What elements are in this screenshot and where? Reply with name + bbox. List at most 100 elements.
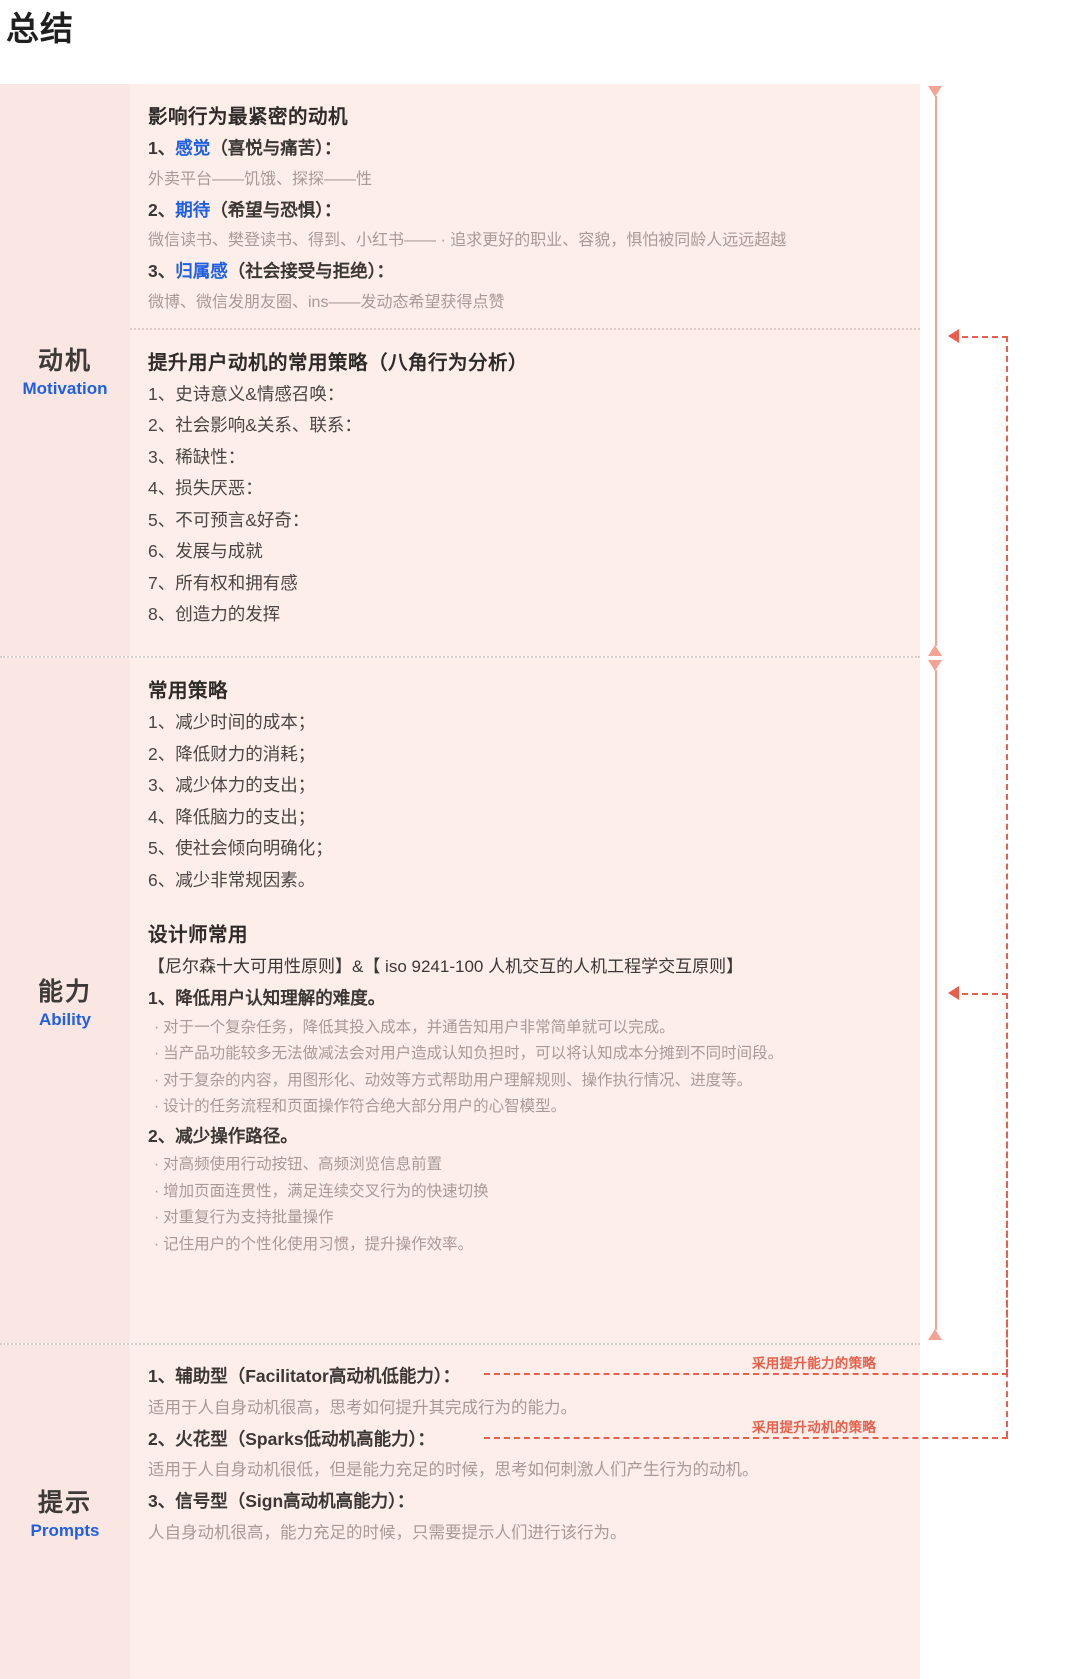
list-item: 8、创造力的发挥 xyxy=(148,599,902,631)
item-number: 5、 xyxy=(148,838,176,858)
block-title: 常用策略 xyxy=(148,680,229,702)
item-rest: （希望与恐惧）： xyxy=(210,199,342,220)
list-item: 3、信号型（Sign高动机高能力）： xyxy=(148,1486,902,1518)
list-item: 3、减少体力的支出； xyxy=(148,770,902,802)
item-number: 3、 xyxy=(148,1491,176,1511)
page-title: 总结 xyxy=(6,10,74,47)
sub-bullet: · 当产品功能较多无法做减法会对用户造成认知负担时，可以将认知成本分摊到不同时间段… xyxy=(148,1041,902,1068)
list-item: 1、感觉（喜悦与痛苦）： xyxy=(148,133,902,165)
sub-bullet: · 增加页面连贯性，满足连续交叉行为的快速切换 xyxy=(148,1179,902,1206)
item-keyword: 期待 xyxy=(175,199,211,220)
block-title: 设计师常用 xyxy=(148,924,249,946)
bullet-dot-icon: · xyxy=(154,1071,160,1089)
connector-facilitator-vertical xyxy=(1006,993,1008,1375)
block-title: 提升用户动机的常用策略（八角行为分析） xyxy=(148,351,529,374)
list-item-example: 适用于人自身动机很低，但是能力充足的时候，思考如何刺激人们产生行为的动机。 xyxy=(148,1461,759,1479)
list-item: 1、辅助型（Facilitator高动机低能力）： xyxy=(148,1361,902,1393)
item-rest: 损失厌恶： xyxy=(175,478,263,498)
block-octalysis-strategies: 提升用户动机的常用策略（八角行为分析） 1、史诗意义&情感召唤： 2、社会影响&… xyxy=(130,327,920,641)
row-label-prompts: 提示 Prompts xyxy=(0,1345,130,1679)
bullet-dot-icon: · xyxy=(154,1209,160,1226)
sub-bullet-text: 对于复杂的内容，用图形化、动效等方式帮助用户理解规则、操作执行情况、进度等。 xyxy=(163,1071,753,1089)
list-item: 1、减少时间的成本； xyxy=(148,707,902,739)
fogg-behavior-matrix: 动机 Motivation 影响行为最紧密的动机 1、感觉（喜悦与痛苦）： 外卖… xyxy=(0,84,920,1679)
list-item: 2、降低财力的消耗； xyxy=(148,739,902,771)
list-item: 6、发展与成就 xyxy=(148,536,902,568)
item-number: 6、 xyxy=(148,869,176,890)
connector-sparks-into-motivation xyxy=(962,336,1008,338)
item-rest: 社会影响&关系、联系： xyxy=(175,415,362,435)
sub-bullet-text: 设计的任务流程和页面操作符合绝大部分用户的心智模型。 xyxy=(163,1098,567,1115)
list-item: 2、减少操作路径。 xyxy=(148,1125,298,1146)
sub-bullet-text: 对高频使用行动按钮、高频浏览信息前置 xyxy=(163,1156,443,1173)
row-label-en: Motivation xyxy=(22,379,108,398)
item-rest: 降低脑力的支出； xyxy=(175,806,316,827)
row-ability: 能力 Ability 常用策略 1、减少时间的成本； 2、降低财力的消耗； 3、… xyxy=(0,656,920,1343)
item-rest: 所有权和拥有感 xyxy=(175,572,298,593)
item-number: 3、 xyxy=(148,261,176,281)
row-label-ability: 能力 Ability xyxy=(0,658,130,1343)
sub-bullet: · 对于一个复杂任务，降低其投入成本，并通告知用户非常简单就可以完成。 xyxy=(148,1015,902,1042)
item-number: 8、 xyxy=(148,604,176,624)
ability-bracket-line xyxy=(935,670,937,990)
block-prompt-types: 1、辅助型（Facilitator高动机低能力）： 适用于人自身动机很高，思考如… xyxy=(130,1345,920,1559)
sub-bullet-text: 当产品功能较多无法做减法会对用户造成认知负担时，可以将认知成本分摊到不同时间段。 xyxy=(163,1045,784,1062)
list-item: 1、降低用户认知理解的难度。 xyxy=(148,988,386,1008)
item-rest: 火花型（Sparks低动机高能力）： xyxy=(175,1428,435,1449)
item-number: 2、 xyxy=(148,1428,176,1449)
list-item: 4、降低脑力的支出； xyxy=(148,802,902,834)
item-rest: 辅助型（Facilitator高动机低能力）： xyxy=(175,1366,461,1386)
row-label-cn: 能力 xyxy=(37,977,92,1006)
row-content-motivation: 影响行为最紧密的动机 1、感觉（喜悦与痛苦）： 外卖平台——饥饿、探探——性 2… xyxy=(130,84,920,656)
bullet-dot-icon: · xyxy=(154,1182,160,1200)
connector-sparks-vertical xyxy=(1006,336,1008,1437)
bullet-dot-icon: · xyxy=(154,1018,160,1036)
ability-bracket-arrow-bottom xyxy=(928,1329,942,1340)
bullet-dot-icon: · xyxy=(154,1156,160,1173)
item-rest: 创造力的发挥 xyxy=(175,604,281,624)
list-item-example: 适用于人自身动机很高，思考如何提升其完成行为的能力。 xyxy=(148,1398,577,1417)
item-number: 1、 xyxy=(148,138,176,158)
item-rest: 减少体力的支出； xyxy=(175,775,316,795)
sub-bullet-text: 对于一个复杂任务，降低其投入成本，并通告知用户非常简单就可以完成。 xyxy=(163,1018,675,1036)
ability-bracket-arrow-top xyxy=(928,660,942,671)
row-label-cn: 提示 xyxy=(37,1489,92,1517)
item-keyword: 归属感 xyxy=(175,261,228,281)
item-rest: 稀缺性： xyxy=(175,446,246,467)
block-ability-strategies: 常用策略 1、减少时间的成本； 2、降低财力的消耗； 3、减少体力的支出； 4、… xyxy=(130,658,920,1268)
iso-reference: 【尼尔森十大可用性原则】&【 iso 9241-100 人机交互的人机工程学交互… xyxy=(148,957,744,976)
sub-bullet: · 对高频使用行动按钮、高频浏览信息前置 xyxy=(148,1152,902,1179)
list-item: 7、所有权和拥有感 xyxy=(148,568,902,600)
row-content-prompts: 1、辅助型（Facilitator高动机低能力）： 适用于人自身动机很高，思考如… xyxy=(130,1345,920,1679)
list-item: 2、社会影响&关系、联系： xyxy=(148,410,902,442)
list-item: 3、稀缺性： xyxy=(148,442,902,474)
block-core-motivations: 影响行为最紧密的动机 1、感觉（喜悦与痛苦）： 外卖平台——饥饿、探探——性 2… xyxy=(130,84,920,328)
list-item-example: 微信读书、樊登读书、得到、小红书—— · 追求更好的职业、容貌，惧怕被同龄人远远… xyxy=(148,232,787,249)
connector-facilitator-arrowhead xyxy=(948,986,959,1000)
item-keyword: 感觉 xyxy=(175,138,211,158)
row-label-cn: 动机 xyxy=(37,347,92,375)
ability-bracket-line-lower xyxy=(935,990,937,1330)
row-label-en: Prompts xyxy=(30,1521,100,1540)
motivation-bracket-arrow-top xyxy=(928,86,942,97)
sub-bullet-text: 增加页面连贯性，满足连续交叉行为的快速切换 xyxy=(163,1182,489,1200)
bullet-dot-icon: · xyxy=(154,1235,160,1253)
sub-bullet: · 设计的任务流程和页面操作符合绝大部分用户的心智模型。 xyxy=(148,1094,902,1121)
item-number: 3、 xyxy=(148,775,176,795)
row-prompts: 提示 Prompts 1、辅助型（Facilitator高动机低能力）： 适用于… xyxy=(0,1343,920,1679)
item-rest: 使社会倾向明确化； xyxy=(175,838,333,858)
item-number: 6、 xyxy=(148,541,176,561)
row-label-en: Ability xyxy=(39,1009,91,1029)
item-number: 4、 xyxy=(148,478,176,498)
item-rest: 减少非常规因素。 xyxy=(175,869,316,890)
item-rest: 不可预言&好奇： xyxy=(175,509,310,530)
connector-facilitator-into-ability xyxy=(962,993,1008,995)
item-rest: 减少时间的成本； xyxy=(175,712,316,732)
list-item-example: 外卖平台——饥饿、探探——性 xyxy=(148,170,373,188)
list-item: 1、史诗意义&情感召唤： xyxy=(148,379,902,411)
item-number: 1、 xyxy=(148,1366,176,1386)
list-item-example: 人自身动机很高，能力充足的时候，只需要提示人们进行该行为。 xyxy=(148,1523,627,1542)
list-item: 4、损失厌恶： xyxy=(148,473,902,505)
item-number: 1、 xyxy=(148,383,176,404)
item-number: 3、 xyxy=(148,446,176,467)
